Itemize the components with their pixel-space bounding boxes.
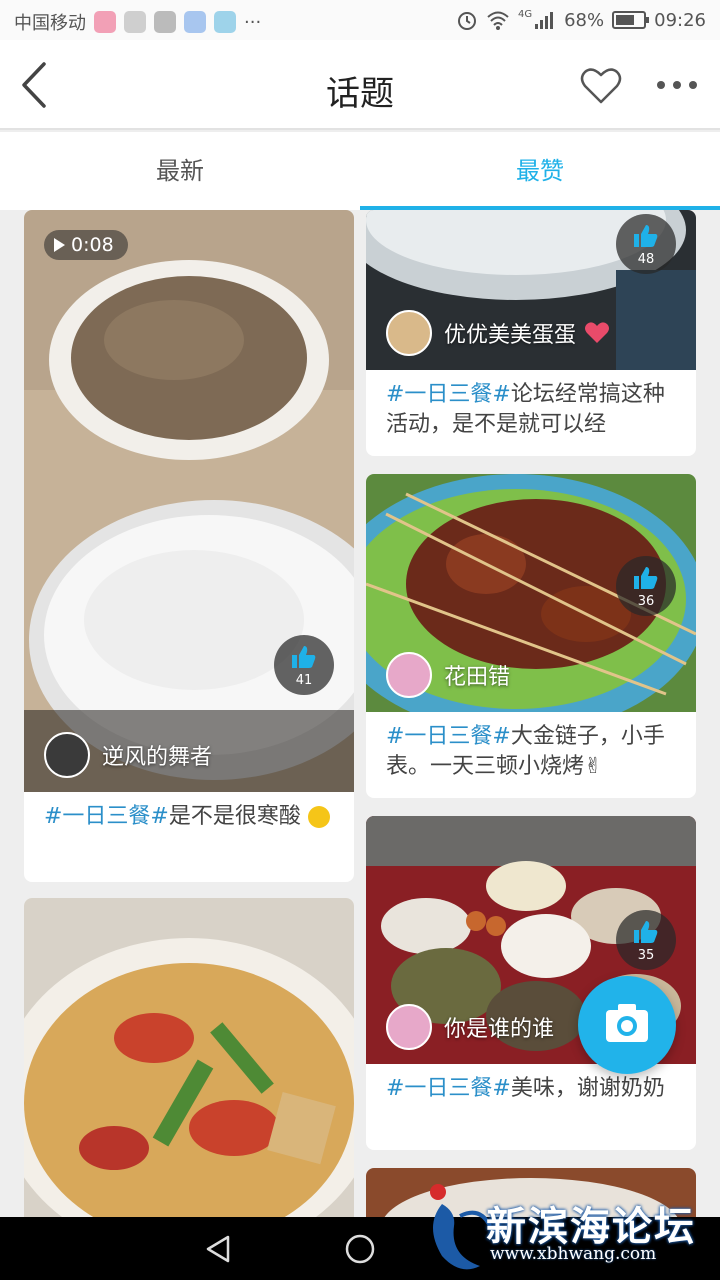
avatar[interactable]: [386, 310, 432, 356]
like-badge[interactable]: 35: [616, 910, 676, 970]
post-image[interactable]: [24, 898, 354, 1217]
thumbs-up-icon: [634, 567, 658, 589]
food-photo: [24, 898, 354, 1217]
post-caption[interactable]: #一日三餐#大金链子，小手表。一天三顿小烧烤✌: [366, 712, 696, 792]
avatar[interactable]: [386, 652, 432, 698]
avatar[interactable]: [386, 1004, 432, 1050]
nav-home-icon[interactable]: [342, 1231, 378, 1267]
food-photo: [24, 210, 354, 792]
like-badge[interactable]: 41: [274, 635, 334, 695]
post-image[interactable]: 0:08 41 逆风的舞者: [24, 210, 354, 792]
author-name[interactable]: 优优美美蛋蛋: [444, 317, 576, 349]
camera-button[interactable]: [578, 976, 676, 1074]
alarm-icon: [457, 12, 476, 30]
thumbs-up-icon: [634, 225, 658, 247]
weibo-icon: [94, 11, 116, 33]
site-watermark: 新滨海论坛 www.xbhwang.com: [420, 1176, 720, 1280]
wechat-icon: [124, 11, 146, 33]
post-card[interactable]: 36 花田错 #一日三餐#大金链子，小手表。一天三顿小烧烤✌: [366, 474, 696, 798]
watermark-url: www.xbhwang.com: [490, 1244, 657, 1264]
play-icon: [54, 238, 65, 252]
author-name[interactable]: 逆风的舞者: [102, 739, 212, 771]
like-count: 35: [637, 948, 655, 963]
hashtag[interactable]: #一日三餐#: [386, 1076, 511, 1101]
avatar[interactable]: [44, 732, 90, 778]
author[interactable]: 逆风的舞者: [44, 732, 212, 778]
nav-back-icon[interactable]: [200, 1231, 236, 1267]
more-notifications-icon: ···: [244, 11, 262, 33]
carrier-name: 中国移动: [14, 13, 86, 34]
battery-icon: [612, 11, 650, 29]
author[interactable]: 优优美美蛋蛋: [386, 310, 610, 356]
author-name[interactable]: 花田错: [444, 659, 510, 691]
caption-text: 美味，谢谢奶奶: [510, 1076, 665, 1101]
crying-emoji-icon: [307, 806, 330, 828]
post-card[interactable]: 48 优优美美蛋蛋 #一日三餐#论坛经常搞这种活动，是不是就可以经: [366, 210, 696, 456]
more-options-icon[interactable]: [652, 70, 702, 100]
favorite-heart-icon[interactable]: [580, 66, 622, 106]
post-image[interactable]: 36 花田错: [366, 474, 696, 712]
clock: 09:26: [654, 9, 706, 31]
tab-most-liked[interactable]: 最赞: [360, 132, 720, 210]
post-caption[interactable]: #一日三餐#是不是很寒酸: [24, 792, 354, 842]
caption-text: 是不是很寒酸: [168, 804, 301, 829]
hashtag[interactable]: #一日三餐#: [386, 724, 511, 749]
duration-label: 0:08: [71, 234, 114, 256]
like-count: 48: [637, 252, 655, 267]
battery-percent: 68%: [564, 9, 605, 31]
hashtag[interactable]: #一日三餐#: [44, 804, 169, 829]
tab-latest[interactable]: 最新: [0, 132, 360, 210]
hashtag[interactable]: #一日三餐#: [386, 382, 511, 407]
thumbs-up-icon: [634, 921, 658, 943]
top-bar: 话题: [0, 40, 720, 130]
network-type: 4G: [517, 8, 533, 20]
tiktok-icon: [154, 11, 176, 33]
wifi-icon: [487, 11, 509, 30]
author[interactable]: 花田错: [386, 652, 510, 698]
thumbs-up-icon: [292, 646, 316, 668]
author-name[interactable]: 你是谁的谁: [444, 1011, 554, 1043]
heart-badge-icon: [585, 322, 610, 343]
like-badge[interactable]: 36: [616, 556, 676, 616]
store-app-icon: [214, 11, 236, 33]
status-bar: 中国移动 ··· 4G 68% 09:26: [0, 0, 720, 40]
signal-icon: [535, 12, 554, 29]
paw-app-icon: [184, 11, 206, 33]
author[interactable]: 你是谁的谁: [386, 1004, 554, 1050]
tab-bar: 最新 最赞: [0, 132, 720, 210]
screen: { "status_bar": { "carrier": "中国移动", "mo…: [0, 0, 720, 1280]
like-badge[interactable]: 48: [616, 214, 676, 274]
video-duration: 0:08: [44, 230, 128, 260]
post-card[interactable]: 0:08 41 逆风的舞者 #一日三餐#是不是很寒酸: [24, 210, 354, 882]
post-image[interactable]: 48 优优美美蛋蛋: [366, 210, 696, 370]
camera-icon: [606, 1004, 648, 1042]
like-count: 41: [295, 673, 313, 688]
post-card[interactable]: [24, 898, 354, 1217]
like-count: 36: [637, 594, 655, 609]
post-caption[interactable]: #一日三餐#论坛经常搞这种活动，是不是就可以经: [366, 370, 696, 456]
